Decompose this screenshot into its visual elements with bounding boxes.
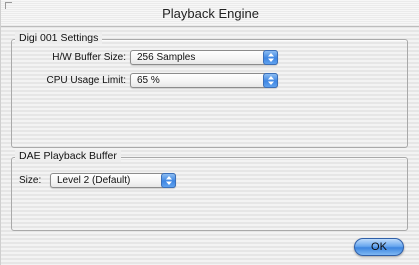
dae-size-popup[interactable]: Level 2 (Default) [50, 173, 176, 188]
dae-size-value: Level 2 (Default) [57, 175, 131, 186]
window-title: Playback Engine [162, 6, 259, 21]
up-down-arrows-icon [263, 50, 278, 65]
dae-playback-buffer-group [11, 157, 408, 231]
ok-button[interactable]: OK [354, 238, 404, 256]
hw-buffer-size-popup[interactable]: 256 Samples [130, 50, 278, 65]
playback-engine-window: Playback Engine Digi 001 Settings H/W Bu… [0, 0, 419, 265]
dae-playback-buffer-title: DAE Playback Buffer [15, 150, 121, 162]
cpu-usage-limit-label: CPU Usage Limit: [46, 75, 126, 86]
hw-buffer-size-label: H/W Buffer Size: [52, 52, 126, 63]
hw-buffer-size-value: 256 Samples [137, 52, 196, 63]
digi-settings-title: Digi 001 Settings [15, 32, 103, 44]
up-down-arrows-icon [161, 173, 176, 188]
dae-size-label: Size: [19, 175, 42, 186]
cpu-usage-limit-popup[interactable]: 65 % [130, 73, 278, 88]
up-down-arrows-icon [263, 73, 278, 88]
cpu-usage-limit-value: 65 % [137, 75, 160, 86]
title-bar[interactable]: Playback Engine [1, 0, 419, 27]
